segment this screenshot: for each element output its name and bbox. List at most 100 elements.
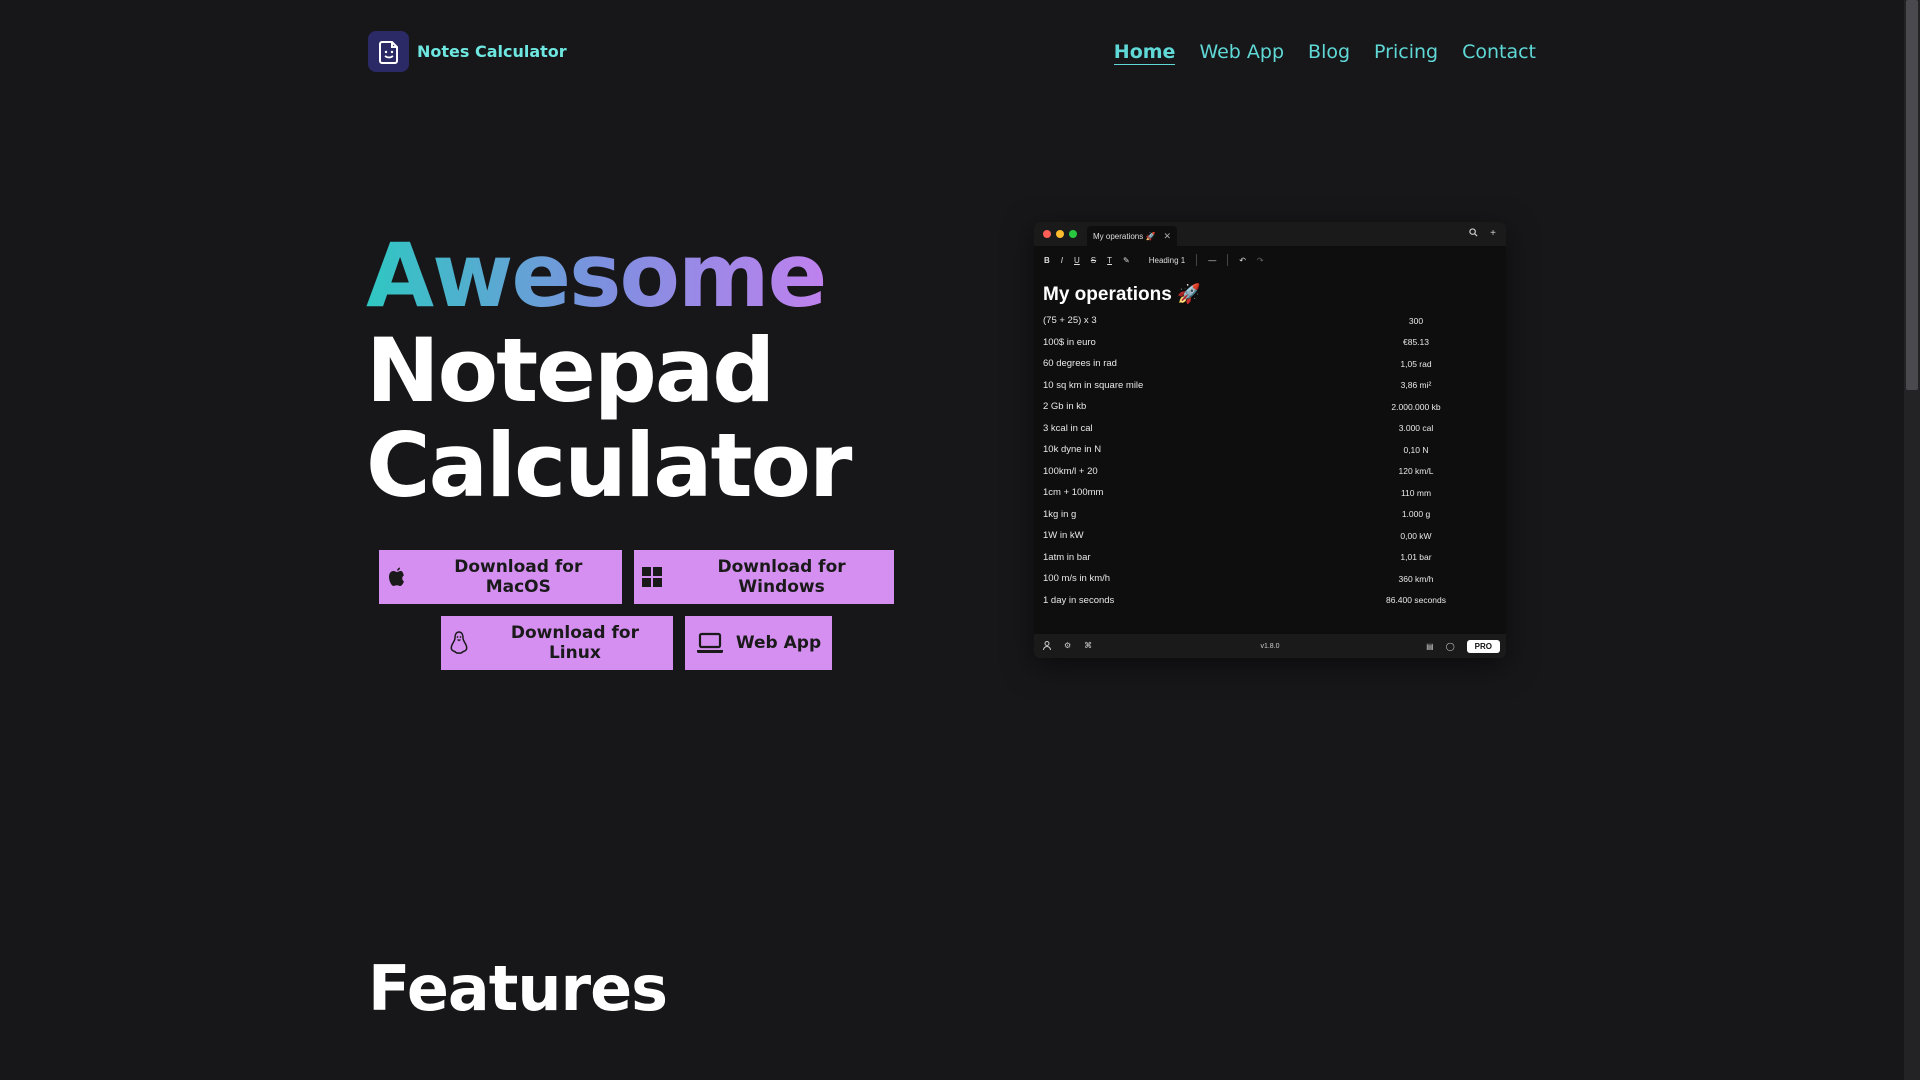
- calc-expression: 3 kcal in cal: [1043, 422, 1093, 434]
- calc-result: 300: [1408, 315, 1424, 326]
- laptop-icon: [696, 631, 724, 655]
- calc-row: 1kg in g 1.000 g: [1043, 504, 1496, 526]
- minimize-dot-icon: [1056, 230, 1064, 238]
- calc-row: 10k dyne in N 0,10 N: [1043, 439, 1496, 461]
- linux-icon: [447, 631, 471, 655]
- nav-pricing[interactable]: Pricing: [1374, 40, 1438, 65]
- calc-expression: 1kg in g: [1043, 508, 1077, 520]
- underline-icon: U: [1074, 255, 1080, 265]
- calc-result: 86.400 seconds: [1385, 595, 1447, 606]
- calc-row: 2 Gb in kb 2.000.000 kb: [1043, 396, 1496, 418]
- preview-document: My operations 🚀 (75 + 25) x 3 300 100$ in …: [1034, 274, 1506, 611]
- calc-expression: 60 degrees in rad: [1043, 358, 1117, 370]
- note-face-icon: [368, 31, 409, 72]
- calc-result: 360 km/h: [1398, 573, 1434, 584]
- download-linux-label: Download for Linux: [510, 623, 639, 663]
- nav-home[interactable]: Home: [1113, 40, 1176, 65]
- calc-result: 3.000 cal: [1398, 423, 1434, 434]
- pro-badge: PRO: [1466, 639, 1500, 653]
- scrollbar-thumb[interactable]: [1906, 0, 1918, 390]
- chat-icon: ◯: [1445, 641, 1455, 651]
- calc-expression: 2 Gb in kb: [1043, 401, 1087, 413]
- calc-expression: 100 m/s in km/h: [1043, 573, 1111, 585]
- preview-title-actions: +: [1469, 228, 1496, 240]
- toolbar-divider: [1196, 254, 1198, 266]
- preview-titlebar: My operations 🚀 ✕ +: [1034, 222, 1506, 246]
- command-icon: ⌘: [1084, 640, 1093, 650]
- nav-contact[interactable]: Contact: [1462, 40, 1536, 65]
- redo-icon: ↷: [1256, 255, 1264, 265]
- pen-icon: ✎: [1123, 255, 1130, 265]
- strikethrough-icon: S: [1090, 255, 1097, 265]
- calc-row: 100$ in euro €85.13: [1043, 332, 1496, 354]
- hero-title: Awesome Notepad Calculator: [366, 228, 852, 517]
- calc-expression: (75 + 25) x 3: [1043, 315, 1097, 327]
- calc-row: 60 degrees in rad 1,05 rad: [1043, 353, 1496, 375]
- main-nav: Home Web App Blog Pricing Contact: [1113, 40, 1536, 65]
- preview-rows: (75 + 25) x 3 300 100$ in euro €85.13 60 deg…: [1043, 310, 1496, 611]
- preview-doc-title: My operations 🚀: [1043, 284, 1201, 305]
- calc-result: 0,00 kW: [1400, 530, 1432, 541]
- calc-expression: 1atm in bar: [1043, 551, 1091, 563]
- gear-icon: ⚙: [1064, 640, 1072, 650]
- windows-icon: [640, 565, 663, 589]
- undo-icon: ↶: [1239, 255, 1246, 265]
- search-icon: [1469, 228, 1478, 240]
- calc-row: (75 + 25) x 3 300: [1043, 310, 1496, 332]
- close-tab-icon: ✕: [1163, 230, 1171, 241]
- page-scrollbar[interactable]: [1904, 0, 1920, 1080]
- italic-icon: I: [1060, 255, 1064, 265]
- calc-row: 100km/l + 20 120 km/L: [1043, 461, 1496, 483]
- preview-toolbar: B I U S T ✎ Heading 1 — ↶ ↷: [1034, 246, 1506, 274]
- calc-result: 1,01 bar: [1400, 552, 1432, 563]
- download-macos-label: Download for MacOS: [454, 557, 583, 597]
- document-icon: ▤: [1426, 641, 1434, 651]
- app-preview: My operations 🚀 ✕ + B I U S T ✎ Heading …: [1034, 222, 1506, 658]
- calc-result: 2.000.000 kb: [1391, 401, 1441, 412]
- calc-row: 10 sq km in square mile 3,86 mi²: [1043, 375, 1496, 397]
- web-app-label: Web App: [735, 633, 822, 653]
- horizontal-rule-icon: —: [1208, 255, 1217, 265]
- download-windows-label: Download for Windows: [717, 557, 846, 597]
- hero-title-line-2: Notepad: [366, 319, 775, 422]
- calc-result: 120 km/L: [1398, 466, 1434, 477]
- calc-row: 1W in kW 0,00 kW: [1043, 525, 1496, 547]
- close-dot-icon: [1043, 230, 1051, 238]
- bold-icon: B: [1044, 255, 1050, 265]
- calc-expression: 100km/l + 20: [1043, 465, 1098, 477]
- hero-title-gradient: Awesome: [366, 228, 850, 323]
- calc-expression: 1 day in seconds: [1043, 594, 1115, 606]
- heading-selector: Heading 1: [1148, 255, 1186, 265]
- preview-tab-title: My operations 🚀: [1093, 231, 1156, 241]
- preview-version: v1.8.0: [1260, 642, 1280, 650]
- download-linux-button[interactable]: Download for Linux: [441, 616, 673, 670]
- toolbar-divider: [1227, 254, 1229, 266]
- calc-row: 3 kcal in cal 3.000 cal: [1043, 418, 1496, 440]
- calc-expression: 10 sq km in square mile: [1043, 379, 1144, 391]
- calc-result: 1,05 rad: [1400, 358, 1432, 369]
- features-heading: Features: [368, 952, 668, 1025]
- hero-title-line-3: Calculator: [366, 414, 852, 517]
- preview-statusbar: ⚙ ⌘ v1.8.0 ▤ ◯ PRO: [1034, 634, 1506, 658]
- calc-row: 1cm + 100mm 110 mm: [1043, 482, 1496, 504]
- calc-row: 100 m/s in km/h 360 km/h: [1043, 568, 1496, 590]
- calc-result: 110 mm: [1400, 487, 1432, 498]
- nav-blog[interactable]: Blog: [1308, 40, 1350, 65]
- web-app-button[interactable]: Web App: [685, 616, 832, 670]
- brand-logo-link[interactable]: Notes Calculator: [368, 31, 567, 72]
- download-macos-button[interactable]: Download for MacOS: [379, 550, 622, 604]
- brand-name: Notes Calculator: [417, 42, 567, 61]
- user-icon: [1043, 640, 1051, 652]
- text-color-icon: T: [1107, 255, 1113, 265]
- maximize-dot-icon: [1069, 230, 1077, 238]
- calc-expression: 100$ in euro: [1043, 336, 1096, 348]
- download-windows-button[interactable]: Download for Windows: [634, 550, 894, 604]
- calc-row: 1 day in seconds 86.400 seconds: [1043, 590, 1496, 612]
- preview-tab: My operations 🚀 ✕: [1087, 226, 1177, 246]
- calc-expression: 10k dyne in N: [1043, 444, 1102, 456]
- apple-icon: [385, 565, 409, 589]
- calc-expression: 1cm + 100mm: [1043, 487, 1104, 499]
- calc-result: 0,10 N: [1403, 444, 1429, 455]
- calc-expression: 1W in kW: [1043, 530, 1084, 542]
- nav-web-app[interactable]: Web App: [1199, 40, 1284, 65]
